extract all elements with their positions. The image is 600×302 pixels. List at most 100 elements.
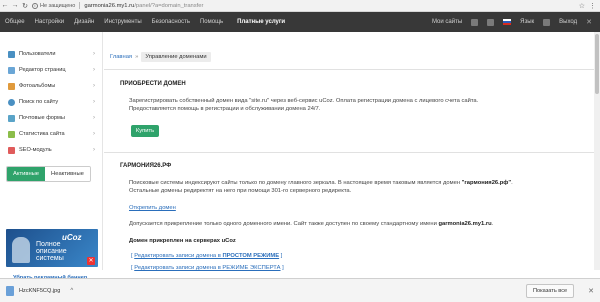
security-label: Не защищено: [40, 2, 76, 9]
edit-expert-mode-link[interactable]: [ Редактировать записи домена в РЕЖИМЕ Э…: [131, 265, 284, 271]
domain-title: ГАРМОНИЯ26.РФ: [120, 163, 172, 169]
sidebar-item-users[interactable]: Пользователи ›: [0, 46, 102, 62]
domain-text: Поисковые системы индексируют сайты толь…: [129, 180, 569, 188]
mail-icon: [8, 114, 15, 122]
domain-text-part: Допускается прикрепление только одного д…: [129, 221, 439, 227]
statistics-icon: [8, 130, 15, 138]
buy-domain-text: Зарегистрировать собственный домен вида …: [129, 98, 479, 104]
reload-icon[interactable]: ↻: [20, 2, 30, 10]
nav-general[interactable]: Общее: [5, 19, 25, 25]
domain-text: Остальные домены редиректят на него при …: [129, 188, 352, 194]
chevron-up-icon[interactable]: ^: [70, 288, 73, 294]
breadcrumb-home[interactable]: Главная: [110, 54, 132, 60]
ucoz-ad-banner[interactable]: uCoz Полное описание системы ✕: [6, 229, 98, 267]
star-icon[interactable]: ☆: [579, 2, 585, 10]
sidebar-item-page-editor[interactable]: Редактор страниц ›: [0, 62, 102, 78]
banner-text-line: Полное: [36, 241, 61, 248]
inactive-modules-tab[interactable]: Неактивные: [45, 167, 90, 181]
url-host: garmonia26.my1.ru: [84, 2, 135, 9]
breadcrumb-arrow-icon: »: [135, 54, 139, 60]
page-scrollbar[interactable]: [594, 32, 600, 270]
sidebar-item-label: Статистика сайта: [19, 131, 65, 137]
sidebar-item-label: Редактор страниц: [19, 67, 66, 73]
banner-text: Полное описание системы: [36, 241, 67, 262]
download-item[interactable]: HzcKNF5CQ.jpg ^: [6, 285, 73, 296]
chevron-right-icon: ›: [93, 99, 95, 105]
unlink-domain-link[interactable]: Открепить домен: [129, 205, 176, 211]
url-path: /panel/?a=domain_transfer: [134, 2, 204, 9]
active-modules-tab[interactable]: Активные: [7, 167, 46, 181]
users-icon: [8, 50, 15, 58]
banner-text-line: описание: [36, 248, 67, 255]
logout-link[interactable]: Выход: [559, 19, 577, 25]
seo-icon: [8, 146, 15, 154]
edit-simple-mode-link[interactable]: [ Редактировать записи домена в ПРОСТОМ …: [131, 253, 282, 259]
modules-filter-toggle: Активные Неактивные: [6, 166, 91, 182]
default-domain-name: garmonia26.my1.ru: [438, 221, 492, 227]
my-sites-link[interactable]: Мои сайты: [432, 19, 462, 25]
nav-help[interactable]: Помощь: [200, 19, 223, 25]
sidebar-item-label: Фотоальбомы: [19, 83, 56, 89]
chevron-right-icon: ›: [93, 147, 95, 153]
main-content: Главная » Управление доменами ПРИОБРЕСТИ…: [104, 32, 594, 271]
page-editor-icon: [8, 66, 15, 74]
notifications-icon[interactable]: [487, 18, 495, 26]
chevron-right-icon: ›: [93, 115, 95, 121]
close-icon[interactable]: ✕: [588, 287, 594, 295]
photo-album-icon: [8, 82, 15, 90]
show-all-downloads-button[interactable]: Показать все: [525, 283, 575, 298]
nav-tools[interactable]: Инструменты: [104, 19, 141, 25]
nav-design[interactable]: Дизайн: [74, 19, 94, 25]
nav-security[interactable]: Безопасность: [152, 19, 190, 25]
sidebar-item-photo-albums[interactable]: Фотоальбомы ›: [0, 78, 102, 94]
security-indicator[interactable]: i Не защищено: [32, 2, 76, 9]
scrollbar-thumb[interactable]: [595, 34, 599, 94]
sidebar-item-label: SEO-модуль: [19, 147, 52, 153]
sidebar-item-label: Пользователи: [19, 51, 56, 57]
section-divider: [104, 152, 594, 153]
download-bar: HzcKNF5CQ.jpg ^ Показать все ✕: [0, 278, 600, 302]
top-navigation: Общее Настройки Дизайн Инструменты Безоп…: [0, 12, 600, 32]
edit-link-text: Редактировать записи домена в РЕЖИМЕ ЭКС…: [134, 265, 281, 271]
language-flag-icon[interactable]: [503, 19, 512, 25]
nav-paid-services[interactable]: Платные услуги: [237, 19, 285, 25]
chevron-right-icon: ›: [93, 131, 95, 137]
url-field[interactable]: garmonia26.my1.ru/panel/?a=domain_transf…: [84, 3, 203, 9]
sidebar-item-label: Почтовые формы: [19, 115, 65, 121]
chevron-right-icon: ›: [93, 51, 95, 57]
banner-text-line: системы: [36, 255, 64, 262]
banner-close-icon[interactable]: ✕: [87, 257, 95, 265]
search-icon: [8, 98, 15, 106]
main-mirror-domain: "гармония26.рф": [461, 180, 512, 186]
edit-link-mode: ПРОСТОМ РЕЖИМЕ: [222, 253, 280, 259]
sidebar-item-label: Поиск по сайту: [19, 99, 59, 105]
sidebar-item-statistics[interactable]: Статистика сайта ›: [0, 126, 102, 142]
sidebar-item-site-search[interactable]: Поиск по сайту ›: [0, 94, 102, 110]
sidebar-item-seo[interactable]: SEO-модуль ›: [0, 142, 102, 158]
address-separator: [79, 2, 81, 9]
info-icon: i: [32, 2, 38, 9]
section-divider: [104, 69, 594, 70]
download-filename: HzcKNF5CQ.jpg: [19, 287, 61, 294]
buy-button[interactable]: Купить: [131, 125, 159, 137]
forward-icon[interactable]: →: [10, 2, 20, 9]
nav-settings[interactable]: Настройки: [35, 19, 64, 25]
chevron-right-icon: ›: [93, 67, 95, 73]
domain-text: Допускается прикрепление только одного д…: [129, 221, 569, 229]
buy-domain-text: Предоставляется помощь в регистрации и о…: [129, 106, 321, 112]
close-panel-icon[interactable]: ✕: [586, 18, 592, 26]
domain-text-part: Поисковые системы индексируют сайты толь…: [129, 180, 462, 186]
chevron-right-icon: ›: [93, 83, 95, 89]
domain-text-part: .: [511, 180, 513, 186]
breadcrumb-current: Управление доменами: [141, 52, 211, 62]
menu-icon[interactable]: ⋮: [589, 2, 596, 10]
edit-link-text: Редактировать записи домена в: [134, 253, 223, 259]
back-icon[interactable]: ←: [0, 2, 10, 9]
sidebar-item-mail-forms[interactable]: Почтовые формы ›: [0, 110, 102, 126]
domain-text-part: .: [491, 221, 494, 227]
sidebar: Пользователи › Редактор страниц › Фотоал…: [0, 32, 103, 281]
internet-icon[interactable]: [471, 18, 479, 26]
exit-icon[interactable]: [543, 18, 551, 26]
language-link[interactable]: Язык: [520, 19, 534, 25]
